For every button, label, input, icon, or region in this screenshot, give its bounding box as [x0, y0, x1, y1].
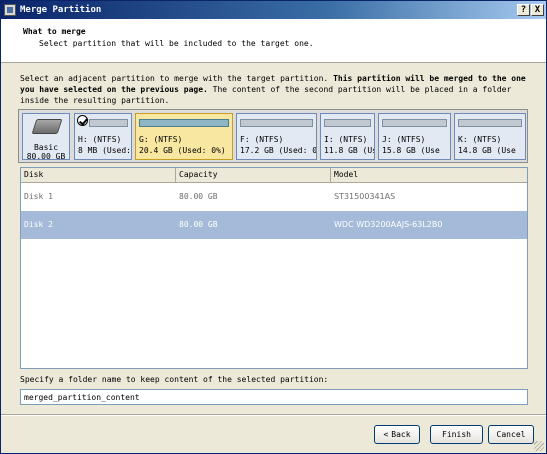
back-button[interactable]: < Back: [374, 425, 420, 444]
disk-map: Basic 80.00 GB H: (NTFS) 8 MB (Used: G: …: [18, 109, 528, 163]
partition-label: K: (NTFS): [458, 135, 502, 144]
back-label: Back: [391, 430, 411, 439]
column-header-model[interactable]: Model: [331, 168, 527, 183]
cell-model: ST31500341AS: [334, 192, 396, 201]
header-subtitle: Select partition that will be included t…: [39, 39, 314, 48]
back-arrow-icon: <: [383, 430, 389, 439]
help-button[interactable]: ?: [517, 4, 530, 16]
partition-label: J: (NTFS): [382, 135, 426, 144]
check-icon: [77, 115, 88, 126]
finish-button[interactable]: Finish: [430, 425, 483, 444]
partition-label: F: (NTFS): [240, 135, 284, 144]
folder-name-input[interactable]: [20, 389, 528, 405]
partition-label: I: (NTFS): [324, 135, 368, 144]
usage-bar: [382, 119, 447, 127]
cell-model: WDC WD3200AAJS-63L2B0: [334, 220, 443, 229]
partition-i[interactable]: I: (NTFS) 11.8 GB (Us: [320, 113, 375, 160]
folder-label: Specify a folder name to keep content of…: [20, 375, 329, 384]
wizard-header: What to merge Select partition that will…: [1, 19, 546, 63]
table-row[interactable]: Disk 1 80.00 GB ST31500341AS: [21, 183, 527, 211]
partition-h[interactable]: H: (NTFS) 8 MB (Used:: [74, 113, 132, 160]
column-header-capacity[interactable]: Capacity: [176, 168, 331, 183]
disk-type: Basic: [33, 143, 59, 152]
usage-bar: [89, 119, 128, 127]
resize-grip[interactable]: [534, 441, 544, 451]
usage-bar: [240, 119, 313, 127]
disk-basic-tile[interactable]: Basic 80.00 GB: [22, 113, 70, 161]
separator: [1, 414, 546, 416]
partition-size: 20.4 GB (Used: 0%): [139, 146, 226, 155]
partition-size: 14.8 GB (Use: [458, 146, 516, 155]
cell-capacity: 80.00 GB: [179, 192, 218, 201]
partition-j[interactable]: J: (NTFS) 15.8 GB (Use: [378, 113, 451, 160]
intro-text: Select an adjacent partition to merge wi…: [20, 73, 530, 106]
partition-size: 11.8 GB (Us: [324, 146, 375, 155]
partition-size: 15.8 GB (Use: [382, 146, 440, 155]
partition-g[interactable]: G: (NTFS) 20.4 GB (Used: 0%): [135, 113, 233, 160]
app-icon: [4, 4, 16, 16]
partition-f[interactable]: F: (NTFS) 17.2 GB (Used: 0%: [236, 113, 317, 160]
merge-partition-dialog: Merge Partition ? X What to merge Select…: [0, 0, 547, 454]
partition-label: G: (NTFS): [139, 135, 183, 144]
cancel-button[interactable]: Cancel: [488, 425, 534, 444]
cell-disk: Disk 1: [24, 192, 53, 201]
intro-part1: Select an adjacent partition to merge wi…: [20, 74, 334, 83]
cell-capacity: 80.00 GB: [179, 220, 218, 229]
title-bar[interactable]: Merge Partition ? X: [1, 1, 546, 19]
cell-disk: Disk 2: [24, 220, 53, 229]
header-title: What to merge: [23, 27, 86, 36]
table-row[interactable]: Disk 2 80.00 GB WDC WD3200AAJS-63L2B0: [21, 211, 527, 239]
table-header: Disk Capacity Model: [21, 168, 527, 183]
close-button[interactable]: X: [531, 4, 544, 16]
usage-bar: [324, 119, 371, 127]
window-title: Merge Partition: [20, 5, 102, 15]
hard-disk-icon: [31, 119, 63, 134]
usage-bar: [139, 119, 229, 127]
disk-table: Disk Capacity Model Disk 1 80.00 GB ST31…: [20, 167, 528, 369]
usage-bar: [458, 119, 522, 127]
partition-k[interactable]: K: (NTFS) 14.8 GB (Use: [454, 113, 526, 160]
column-header-disk[interactable]: Disk: [21, 168, 176, 183]
partition-size: 17.2 GB (Used: 0%: [240, 146, 317, 155]
disk-size: 80.00 GB: [26, 152, 66, 161]
partition-size: 8 MB (Used:: [78, 146, 131, 155]
partition-label: H: (NTFS): [78, 135, 122, 144]
